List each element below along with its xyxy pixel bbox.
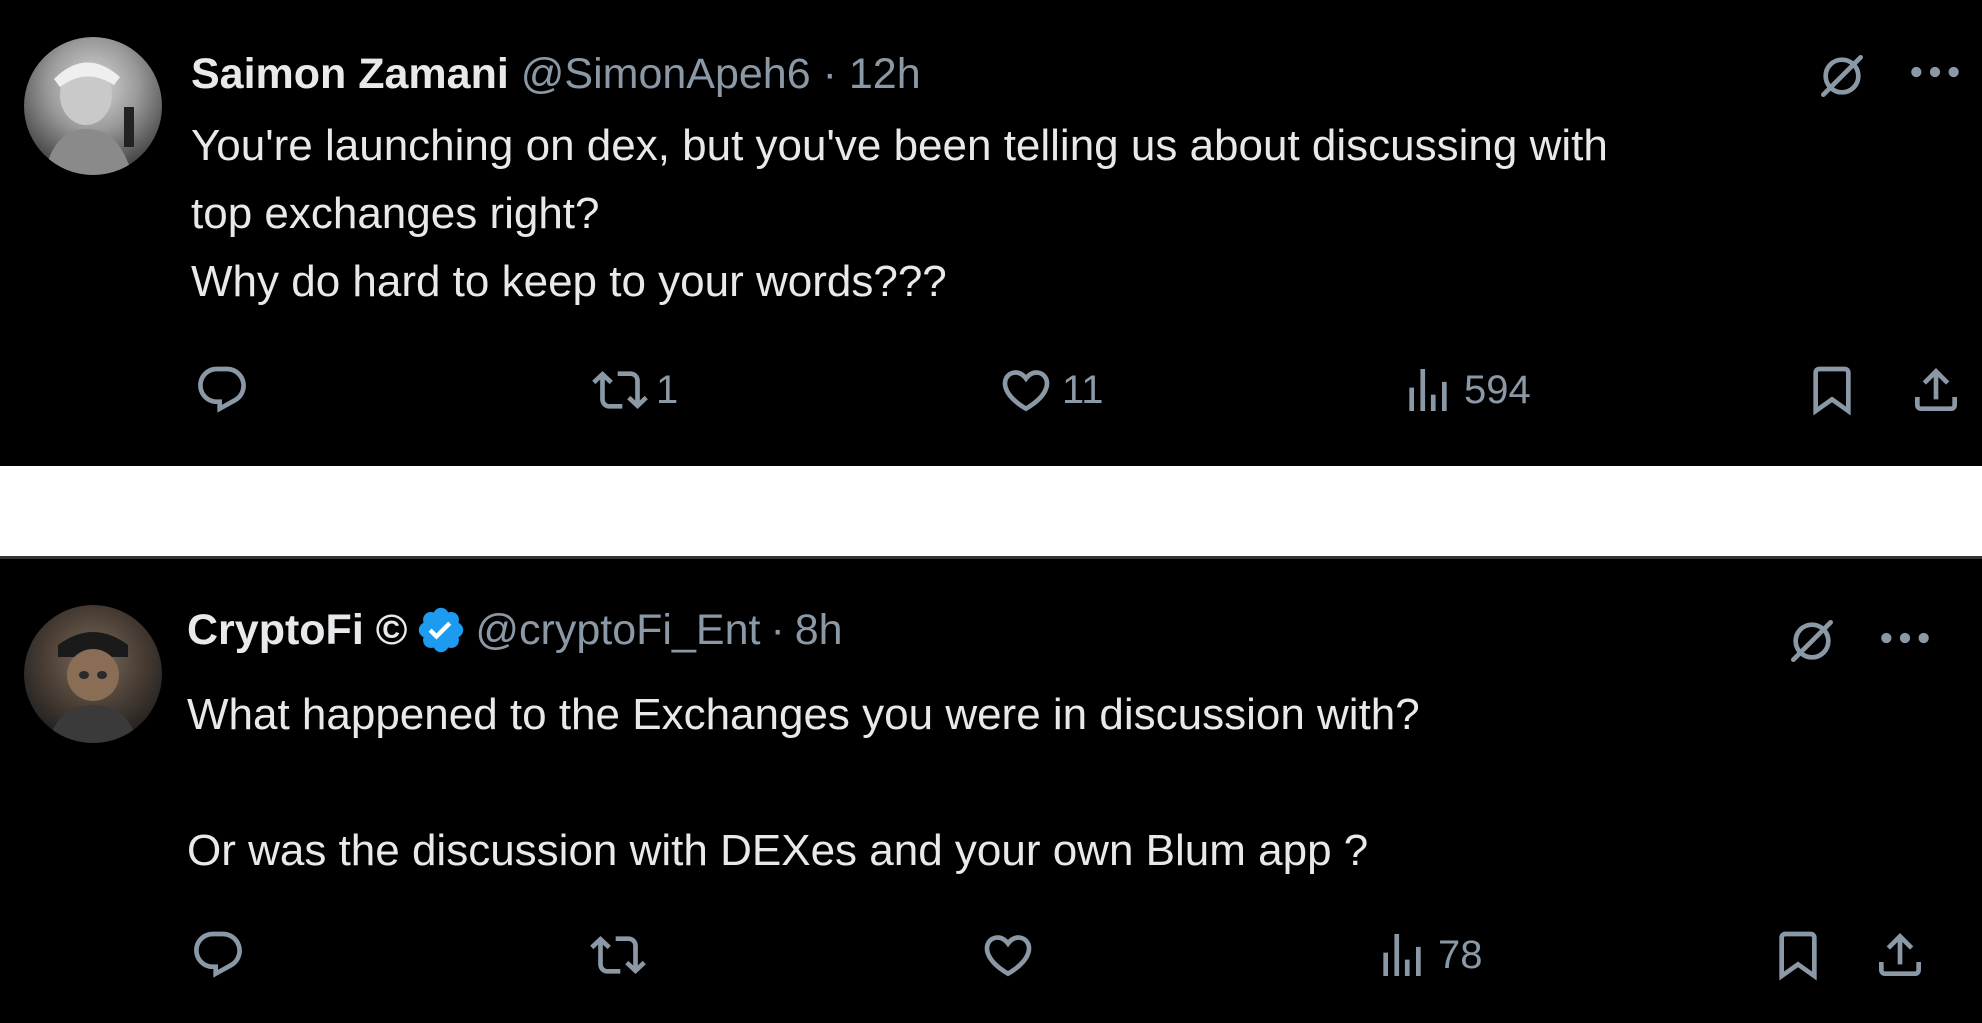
tweet-text-line: You're launching on dex, but you've been… [191,121,1608,170]
timestamp[interactable]: 12h [849,50,921,98]
reply-icon [190,927,246,983]
view-count: 78 [1438,933,1483,977]
reply-button[interactable] [194,362,250,418]
verified-badge-icon[interactable] [415,604,467,656]
view-count: 594 [1464,368,1531,412]
grok-icon[interactable] [1814,48,1870,104]
tweet[interactable]: CryptoFi © @cryptoFi_Ent · 8h What happe… [0,556,1982,1023]
share-icon [1908,362,1964,418]
reply-icon [194,362,250,418]
retweet-icon [592,362,648,418]
views-button[interactable]: 594 [1400,362,1531,418]
avatar-image [48,632,138,743]
bookmark-icon [1804,362,1860,418]
like-icon [980,927,1036,983]
views-button[interactable]: 78 [1374,927,1483,983]
like-button[interactable] [980,927,1036,983]
tweet-header: CryptoFi © @cryptoFi_Ent · 8h [187,604,843,656]
bookmark-icon [1770,927,1826,983]
tweet[interactable]: Saimon Zamani @SimonApeh6 · 12h You're l… [0,0,1982,466]
tweet-text-line: top exchanges right? [191,189,600,238]
user-handle[interactable]: @SimonApeh6 [521,50,811,98]
user-avatar[interactable] [24,605,162,743]
retweet-count: 1 [656,368,679,412]
like-count: 11 [1062,368,1104,412]
tweet-text: You're launching on dex, but you've been… [191,112,1911,316]
bookmark-button[interactable] [1770,927,1826,983]
display-name[interactable]: CryptoFi © [187,604,407,656]
share-icon [1872,927,1928,983]
more-icon[interactable] [1877,628,1933,648]
avatar-image [44,62,134,175]
retweet-button[interactable] [590,927,646,983]
like-icon [998,362,1054,418]
bookmark-button[interactable] [1804,362,1860,418]
grok-icon[interactable] [1784,613,1840,669]
like-button[interactable]: 11 [998,362,1104,418]
tweet-text-line: What happened to the Exchanges you were … [187,690,1420,739]
more-icon[interactable] [1907,62,1963,82]
header-separator: · [770,606,785,654]
user-handle[interactable]: @cryptoFi_Ent [475,604,760,656]
tweet-text-line: Or was the discussion with DEXes and you… [187,826,1369,875]
reply-button[interactable] [190,927,246,983]
share-button[interactable] [1872,927,1928,983]
header-separator: · [822,50,837,98]
display-name[interactable]: Saimon Zamani [191,50,509,98]
tweet-header: Saimon Zamani @SimonApeh6 · 12h [191,48,921,100]
timestamp[interactable]: 8h [795,604,843,656]
views-icon [1400,362,1456,418]
views-icon [1374,927,1430,983]
retweet-icon [590,927,646,983]
share-button[interactable] [1908,362,1964,418]
user-avatar[interactable] [24,37,162,175]
tweet-text-line: Why do hard to keep to your words??? [191,257,947,306]
tweet-text: What happened to the Exchanges you were … [187,681,1420,885]
retweet-button[interactable]: 1 [592,362,678,418]
